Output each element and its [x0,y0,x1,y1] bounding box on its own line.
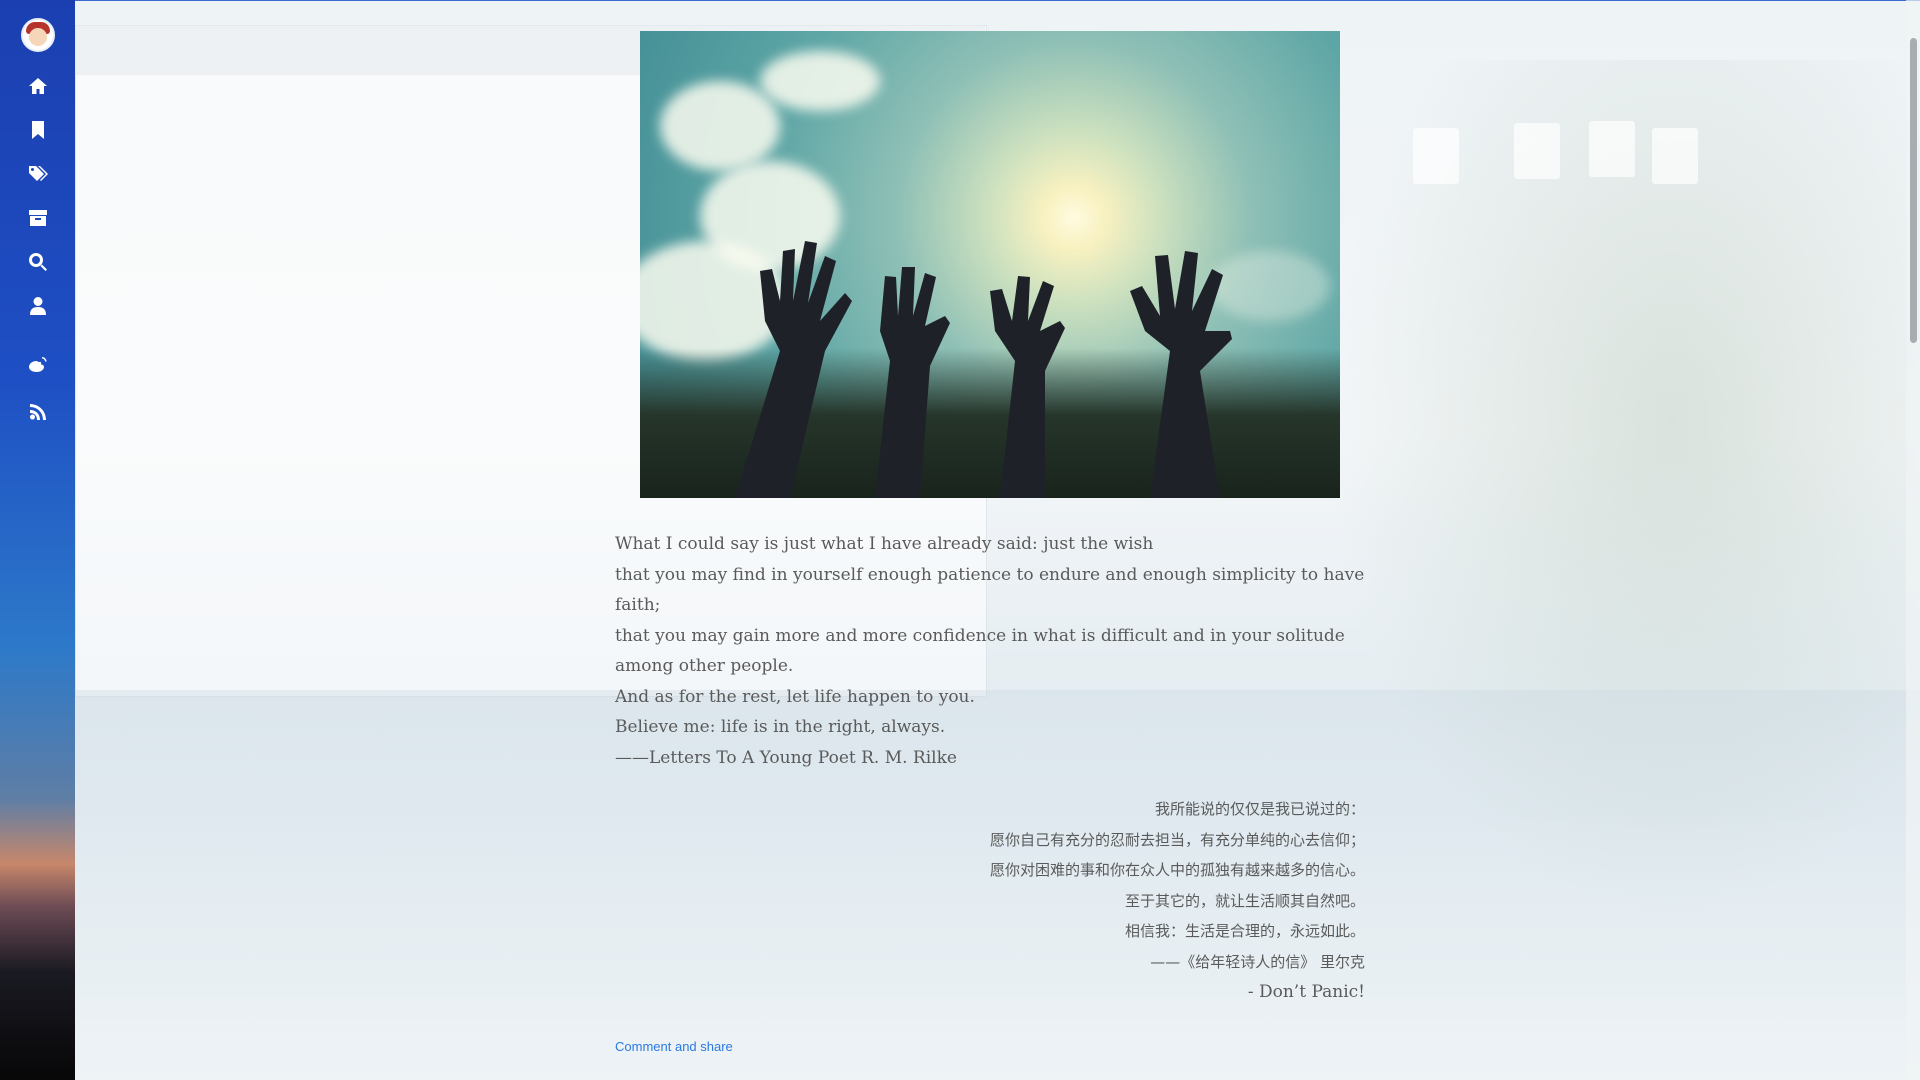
weibo-icon[interactable] [24,350,52,378]
poem-en-line: What I could say is just what I have alr… [615,534,1154,554]
poem-en-line: that you may gain more and more confiden… [615,625,1345,677]
home-icon[interactable] [24,72,52,100]
bookmark-icon[interactable] [24,116,52,144]
poem-chinese: 我所能说的仅仅是我已说过的： 愿你自己有充分的忍耐去担当，有充分单纯的心去信仰；… [615,794,1365,1008]
avatar[interactable] [20,18,55,52]
desktop-icon-new [1589,121,1635,177]
hands-silhouette [735,241,1232,498]
poem-zh-attribution: ——《给年轻诗人的信》 里尔克 [1150,952,1365,971]
top-border [75,0,1920,1]
desktop-icon-firefox [1413,128,1459,184]
comment-and-share-link[interactable]: Comment and share [615,1039,733,1054]
rss-icon[interactable] [24,398,52,426]
poem-zh-line: 愿你对困难的事和你在众人中的孤独有越来越多的信心。 [989,861,1365,879]
poem-zh-line: 相信我：生活是合理的，永远如此。 [1124,922,1365,940]
background-palm [1300,60,1920,960]
poem-en-line: Believe me: life is in the right, always… [615,717,946,737]
scrollbar[interactable] [1906,0,1920,1080]
user-icon[interactable] [24,292,52,320]
sidebar [0,0,75,1080]
tags-icon[interactable] [24,160,52,188]
poem-zh-line: 愿你自己有充分的忍耐去担当，有充分单纯的心去信仰； [989,830,1365,849]
poem-en-attribution: ——Letters To A Young Poet R. M. Rilke [615,747,957,768]
poem-english: What I could say is just what I have alr… [615,529,1375,773]
desktop-icon-clicktube [1652,128,1698,184]
search-icon[interactable] [24,248,52,276]
poem-zh-line: 至于其它的，就让生活顺其自然吧。 [1124,891,1365,910]
desktop-icon-latex [1514,123,1560,179]
signature: - Don’t Panic! [1247,982,1365,1002]
poem-en-line: And as for the rest, let life happen to … [615,686,975,707]
poem-zh-line: 我所能说的仅仅是我已说过的： [1154,800,1365,818]
article-photo [640,31,1340,498]
poem-en-line: that you may find in yourself enough pat… [615,564,1365,616]
archive-icon[interactable] [24,204,52,232]
scrollbar-thumb[interactable] [1910,38,1917,343]
